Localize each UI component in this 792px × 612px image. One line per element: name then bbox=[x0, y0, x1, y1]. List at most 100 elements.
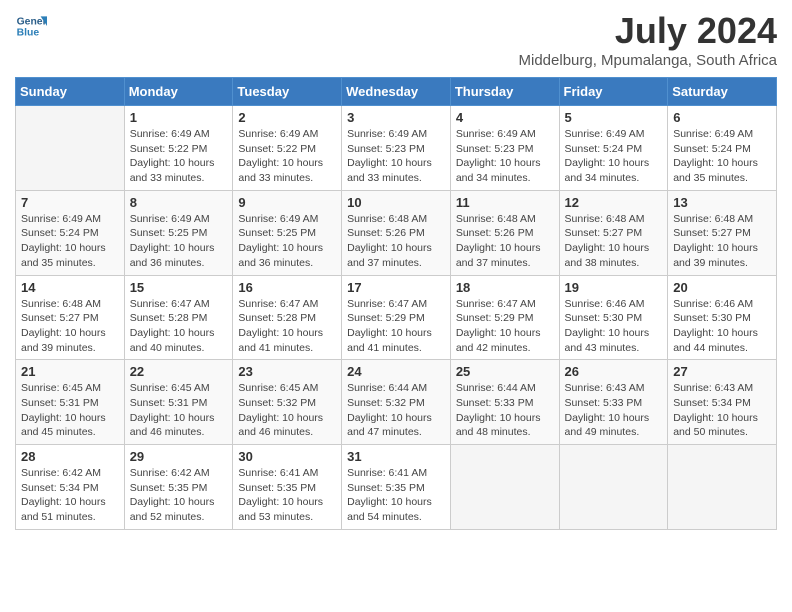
day-info: Sunrise: 6:49 AMSunset: 5:25 PMDaylight:… bbox=[130, 212, 228, 271]
day-info: Sunrise: 6:44 AMSunset: 5:33 PMDaylight:… bbox=[456, 381, 554, 440]
main-title: July 2024 bbox=[519, 10, 777, 52]
day-number: 28 bbox=[21, 449, 119, 464]
day-number: 21 bbox=[21, 364, 119, 379]
day-info: Sunrise: 6:47 AMSunset: 5:28 PMDaylight:… bbox=[238, 297, 336, 356]
day-info: Sunrise: 6:49 AMSunset: 5:23 PMDaylight:… bbox=[456, 127, 554, 186]
day-info: Sunrise: 6:47 AMSunset: 5:29 PMDaylight:… bbox=[456, 297, 554, 356]
calendar-week-1: 1 Sunrise: 6:49 AMSunset: 5:22 PMDaylight… bbox=[16, 106, 777, 191]
day-number: 14 bbox=[21, 280, 119, 295]
weekday-header-thursday: Thursday bbox=[450, 78, 559, 106]
day-info: Sunrise: 6:48 AMSunset: 5:27 PMDaylight:… bbox=[21, 297, 119, 356]
day-number: 25 bbox=[456, 364, 554, 379]
day-info: Sunrise: 6:43 AMSunset: 5:33 PMDaylight:… bbox=[565, 381, 663, 440]
weekday-header-saturday: Saturday bbox=[668, 78, 777, 106]
weekday-header-sunday: Sunday bbox=[16, 78, 125, 106]
subtitle: Middelburg, Mpumalanga, South Africa bbox=[519, 52, 777, 69]
calendar-cell: 20Sunrise: 6:46 AMSunset: 5:30 PMDayligh… bbox=[668, 275, 777, 360]
day-number: 12 bbox=[565, 195, 663, 210]
day-info: Sunrise: 6:45 AMSunset: 5:31 PMDaylight:… bbox=[130, 381, 228, 440]
day-number: 2 bbox=[238, 110, 336, 125]
day-number: 23 bbox=[238, 364, 336, 379]
day-info: Sunrise: 6:48 AMSunset: 5:27 PMDaylight:… bbox=[673, 212, 771, 271]
logo: General Blue bbox=[15, 10, 47, 42]
page-header: General Blue July 2024 Middelburg, Mpuma… bbox=[15, 10, 777, 69]
calendar-cell: 30 Sunrise: 6:41 AMSunset: 5:35 PMDayligh… bbox=[233, 445, 342, 530]
weekday-header-row: SundayMondayTuesdayWednesdayThursdayFrid… bbox=[16, 78, 777, 106]
day-number: 19 bbox=[565, 280, 663, 295]
day-info: Sunrise: 6:49 AMSunset: 5:22 PMDaylight:… bbox=[130, 127, 228, 186]
day-info: Sunrise: 6:42 AMSunset: 5:34 PMDaylight:… bbox=[21, 466, 119, 525]
calendar-cell: 27 Sunrise: 6:43 AMSunset: 5:34 PMDayligh… bbox=[668, 360, 777, 445]
day-info: Sunrise: 6:47 AMSunset: 5:28 PMDaylight:… bbox=[130, 297, 228, 356]
day-number: 13 bbox=[673, 195, 771, 210]
day-number: 18 bbox=[456, 280, 554, 295]
day-info: Sunrise: 6:41 AMSunset: 5:35 PMDaylight:… bbox=[238, 466, 336, 525]
calendar-table: SundayMondayTuesdayWednesdayThursdayFrid… bbox=[15, 77, 777, 530]
calendar-cell: 11Sunrise: 6:48 AMSunset: 5:26 PMDayligh… bbox=[450, 190, 559, 275]
day-info: Sunrise: 6:49 AMSunset: 5:24 PMDaylight:… bbox=[565, 127, 663, 186]
calendar-cell: 6 Sunrise: 6:49 AMSunset: 5:24 PMDaylight… bbox=[668, 106, 777, 191]
day-number: 17 bbox=[347, 280, 445, 295]
calendar-cell bbox=[450, 445, 559, 530]
day-info: Sunrise: 6:49 AMSunset: 5:24 PMDaylight:… bbox=[673, 127, 771, 186]
calendar-week-4: 21 Sunrise: 6:45 AMSunset: 5:31 PMDayligh… bbox=[16, 360, 777, 445]
day-number: 22 bbox=[130, 364, 228, 379]
title-block: July 2024 Middelburg, Mpumalanga, South … bbox=[519, 10, 777, 69]
calendar-cell: 2 Sunrise: 6:49 AMSunset: 5:22 PMDaylight… bbox=[233, 106, 342, 191]
calendar-cell: 12 Sunrise: 6:48 AMSunset: 5:27 PMDayligh… bbox=[559, 190, 668, 275]
calendar-cell: 14 Sunrise: 6:48 AMSunset: 5:27 PMDayligh… bbox=[16, 275, 125, 360]
day-info: Sunrise: 6:43 AMSunset: 5:34 PMDaylight:… bbox=[673, 381, 771, 440]
calendar-cell: 9Sunrise: 6:49 AMSunset: 5:25 PMDaylight… bbox=[233, 190, 342, 275]
day-number: 10 bbox=[347, 195, 445, 210]
weekday-header-monday: Monday bbox=[124, 78, 233, 106]
calendar-cell: 19 Sunrise: 6:46 AMSunset: 5:30 PMDayligh… bbox=[559, 275, 668, 360]
calendar-cell: 8 Sunrise: 6:49 AMSunset: 5:25 PMDaylight… bbox=[124, 190, 233, 275]
day-info: Sunrise: 6:46 AMSunset: 5:30 PMDaylight:… bbox=[565, 297, 663, 356]
day-number: 7 bbox=[21, 195, 119, 210]
day-number: 3 bbox=[347, 110, 445, 125]
calendar-cell bbox=[16, 106, 125, 191]
day-number: 1 bbox=[130, 110, 228, 125]
weekday-header-tuesday: Tuesday bbox=[233, 78, 342, 106]
calendar-cell: 31 Sunrise: 6:41 AMSunset: 5:35 PMDayligh… bbox=[342, 445, 451, 530]
calendar-cell: 1 Sunrise: 6:49 AMSunset: 5:22 PMDaylight… bbox=[124, 106, 233, 191]
day-number: 24 bbox=[347, 364, 445, 379]
day-info: Sunrise: 6:49 AMSunset: 5:23 PMDaylight:… bbox=[347, 127, 445, 186]
day-number: 31 bbox=[347, 449, 445, 464]
calendar-cell: 24Sunrise: 6:44 AMSunset: 5:32 PMDayligh… bbox=[342, 360, 451, 445]
calendar-week-2: 7 Sunrise: 6:49 AMSunset: 5:24 PMDaylight… bbox=[16, 190, 777, 275]
logo-icon: General Blue bbox=[15, 10, 47, 42]
calendar-week-5: 28 Sunrise: 6:42 AMSunset: 5:34 PMDayligh… bbox=[16, 445, 777, 530]
day-info: Sunrise: 6:48 AMSunset: 5:27 PMDaylight:… bbox=[565, 212, 663, 271]
day-info: Sunrise: 6:49 AMSunset: 5:24 PMDaylight:… bbox=[21, 212, 119, 271]
day-number: 15 bbox=[130, 280, 228, 295]
day-info: Sunrise: 6:41 AMSunset: 5:35 PMDaylight:… bbox=[347, 466, 445, 525]
day-info: Sunrise: 6:42 AMSunset: 5:35 PMDaylight:… bbox=[130, 466, 228, 525]
day-number: 16 bbox=[238, 280, 336, 295]
calendar-cell: 7 Sunrise: 6:49 AMSunset: 5:24 PMDaylight… bbox=[16, 190, 125, 275]
day-number: 4 bbox=[456, 110, 554, 125]
calendar-cell: 26Sunrise: 6:43 AMSunset: 5:33 PMDayligh… bbox=[559, 360, 668, 445]
day-number: 11 bbox=[456, 195, 554, 210]
calendar-cell: 4 Sunrise: 6:49 AMSunset: 5:23 PMDaylight… bbox=[450, 106, 559, 191]
calendar-week-3: 14 Sunrise: 6:48 AMSunset: 5:27 PMDayligh… bbox=[16, 275, 777, 360]
calendar-cell bbox=[559, 445, 668, 530]
calendar-cell: 5 Sunrise: 6:49 AMSunset: 5:24 PMDaylight… bbox=[559, 106, 668, 191]
calendar-cell: 3 Sunrise: 6:49 AMSunset: 5:23 PMDaylight… bbox=[342, 106, 451, 191]
day-number: 8 bbox=[130, 195, 228, 210]
svg-text:Blue: Blue bbox=[17, 28, 40, 39]
calendar-cell bbox=[668, 445, 777, 530]
day-number: 29 bbox=[130, 449, 228, 464]
day-number: 30 bbox=[238, 449, 336, 464]
day-number: 6 bbox=[673, 110, 771, 125]
calendar-cell: 28 Sunrise: 6:42 AMSunset: 5:34 PMDayligh… bbox=[16, 445, 125, 530]
day-info: Sunrise: 6:47 AMSunset: 5:29 PMDaylight:… bbox=[347, 297, 445, 356]
day-number: 27 bbox=[673, 364, 771, 379]
weekday-header-wednesday: Wednesday bbox=[342, 78, 451, 106]
day-number: 5 bbox=[565, 110, 663, 125]
weekday-header-friday: Friday bbox=[559, 78, 668, 106]
day-info: Sunrise: 6:46 AMSunset: 5:30 PMDaylight:… bbox=[673, 297, 771, 356]
calendar-cell: 25 Sunrise: 6:44 AMSunset: 5:33 PMDayligh… bbox=[450, 360, 559, 445]
calendar-cell: 16 Sunrise: 6:47 AMSunset: 5:28 PMDayligh… bbox=[233, 275, 342, 360]
day-info: Sunrise: 6:49 AMSunset: 5:22 PMDaylight:… bbox=[238, 127, 336, 186]
